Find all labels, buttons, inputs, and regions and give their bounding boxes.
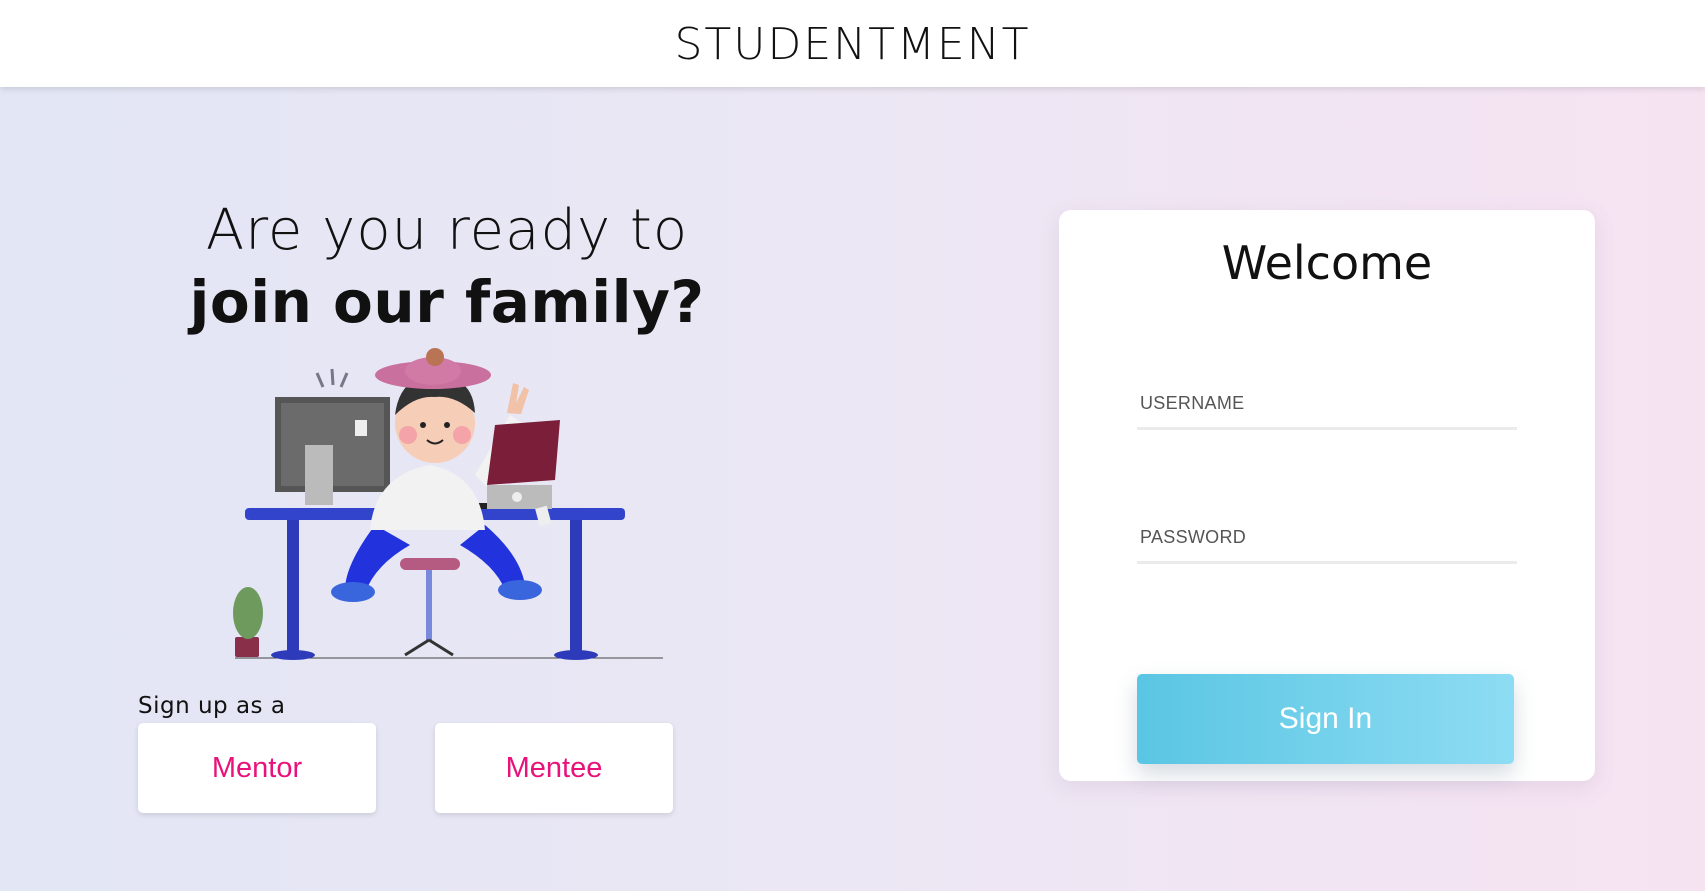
sign-in-button[interactable]: Sign In (1137, 674, 1514, 764)
brand-title: STUDENTMENT (674, 19, 1031, 70)
hero-heading: Are you ready to join our family? (137, 195, 757, 337)
plant-icon (233, 587, 263, 657)
signup-label: Sign up as a (138, 693, 286, 719)
top-navbar: STUDENTMENT (0, 0, 1705, 87)
username-input[interactable] (1137, 380, 1517, 430)
login-title: Welcome (1221, 236, 1433, 290)
login-card: Welcome Sign In (1059, 210, 1595, 781)
student-desk-illustration (233, 348, 663, 660)
password-input[interactable] (1137, 514, 1517, 564)
signup-mentee-button[interactable]: Mentee (435, 723, 673, 813)
signup-mentor-button[interactable]: Mentor (138, 723, 376, 813)
hero-heading-line1: Are you ready to (205, 198, 689, 263)
